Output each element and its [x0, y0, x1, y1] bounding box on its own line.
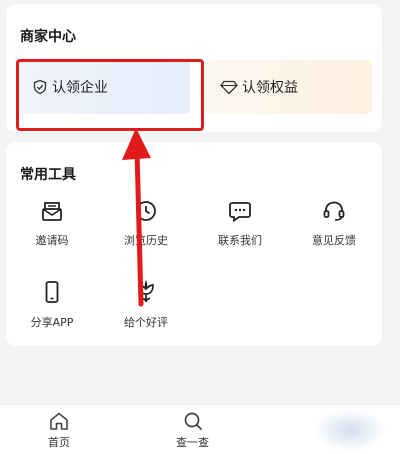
home-icon	[50, 412, 68, 430]
flower-icon	[138, 280, 154, 303]
phone-icon	[45, 281, 59, 303]
tool-browse-history-label: 浏览历史	[124, 234, 168, 247]
tool-contact-us-label: 联系我们	[218, 234, 262, 247]
nav-blurred-item	[314, 409, 386, 451]
merchant-center-title: 商家中心	[20, 29, 76, 45]
highlight-box	[16, 59, 204, 131]
tool-rate-us-label: 给个好评	[124, 316, 168, 329]
common-tools-card: 常用工具 邀请码 浏览历史 联系我们 意见反馈 分享APP 给个好评	[6, 142, 382, 346]
search-icon	[184, 412, 202, 430]
claim-rights-button[interactable]: 认领权益	[206, 60, 372, 114]
tool-browse-history[interactable]: 浏览历史	[106, 200, 186, 248]
clock-icon	[136, 201, 156, 221]
nav-search-label: 查一查	[176, 436, 209, 449]
tool-feedback-label: 意见反馈	[312, 234, 356, 247]
mail-open-icon	[42, 202, 62, 221]
bottom-nav-bar: 首页 查一查	[0, 404, 400, 454]
common-tools-title: 常用工具	[20, 167, 76, 183]
tool-invite-code-label: 邀请码	[35, 234, 69, 247]
tool-share-app[interactable]: 分享APP	[12, 280, 92, 330]
nav-home[interactable]: 首页	[48, 411, 70, 450]
nav-search[interactable]: 查一查	[176, 411, 209, 450]
claim-rights-label: 认领权益	[242, 80, 298, 96]
headset-icon	[323, 201, 345, 221]
chat-icon	[229, 202, 251, 222]
diamond-icon	[220, 80, 238, 95]
tool-rate-us[interactable]: 给个好评	[106, 280, 186, 330]
merchant-center-card: 商家中心 认领企业 认领权益	[6, 4, 382, 132]
tool-share-app-label: 分享APP	[30, 316, 74, 329]
tool-feedback[interactable]: 意见反馈	[294, 200, 374, 248]
nav-home-label: 首页	[48, 436, 70, 449]
tool-contact-us[interactable]: 联系我们	[200, 200, 280, 248]
tool-invite-code[interactable]: 邀请码	[12, 200, 92, 248]
